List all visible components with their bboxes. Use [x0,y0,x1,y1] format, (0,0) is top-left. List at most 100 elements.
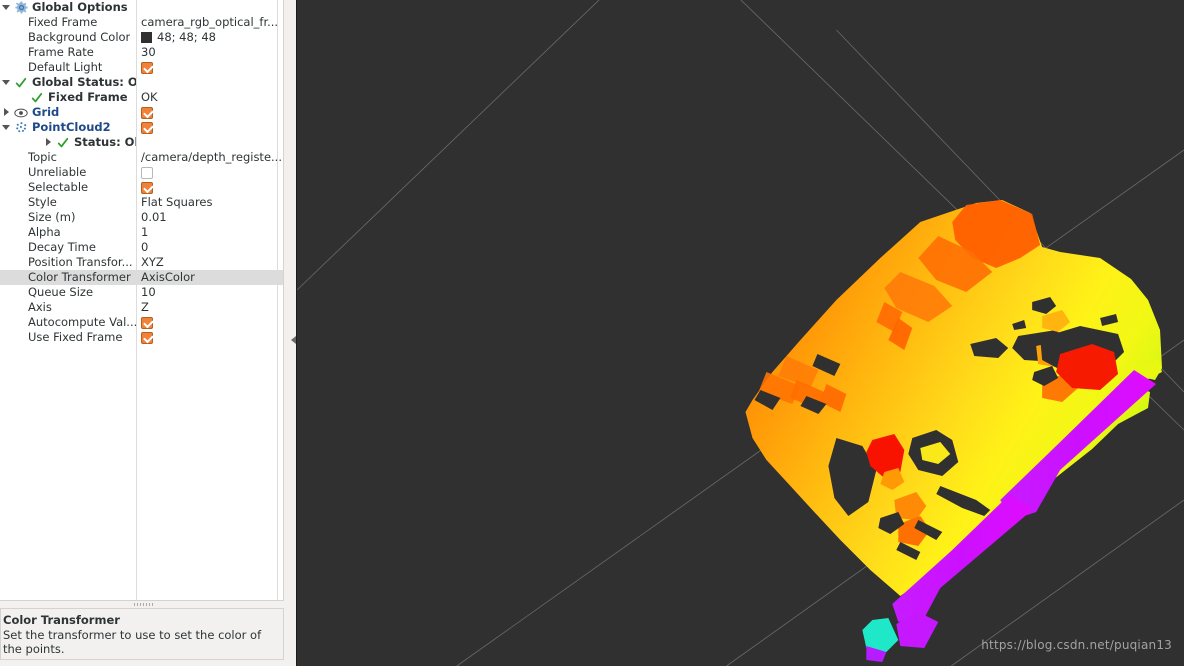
render-viewport-3d[interactable]: https://blog.csdn.net/puqian13 [296,0,1184,666]
tree-row-name-cell: Global Options [0,0,136,15]
tree-row-value-text: OK [141,90,158,104]
displays-tree-scroll[interactable]: Global Options Fixed Frame camera_rgb_opti… [0,0,283,600]
checkbox-checked[interactable] [141,121,153,134]
tree-row-global-status[interactable]: Global Status: Ok [0,75,283,90]
help-panel: Color Transformer Set the transformer to… [0,607,284,660]
tree-row-pointcloud2[interactable]: PointCloud2 [0,120,283,135]
tree-row-value-text: 1 [141,225,149,239]
tree-row-value-text: 30 [141,45,156,59]
tree-row-label: Use Fixed Frame [28,330,123,344]
tree-row-value-cell[interactable]: 10 [141,285,156,300]
tree-rows: Global Options Fixed Frame camera_rgb_opti… [0,0,283,345]
tree-row-value-cell[interactable] [141,120,153,135]
tree-row-label: Axis [28,300,52,314]
tree-row-value-cell[interactable]: Flat Squares [141,195,213,210]
displays-tree[interactable]: Global Options Fixed Frame camera_rgb_opti… [0,0,284,601]
tree-row-value-text: 0 [141,240,149,254]
color-swatch[interactable] [141,32,152,43]
tree-row-name-cell: Position Transfor... [0,255,136,270]
watermark-text: https://blog.csdn.net/puqian13 [981,638,1172,652]
tree-row-label: Size (m) [28,210,76,224]
tree-row-value-text: XYZ [141,255,164,269]
tree-row-default-light[interactable]: Default Light [0,60,283,75]
tree-row-grid[interactable]: Grid [0,105,283,120]
tree-row-color-transformer[interactable]: Color Transformer AxisColor [0,270,283,285]
tree-row-frame-rate[interactable]: Frame Rate 30 [0,45,283,60]
tree-row-value-cell[interactable] [141,105,153,120]
tree-row-value-cell[interactable]: camera_rgb_optical_fr... [141,15,278,30]
tree-row-name-cell: Fixed Frame [0,15,136,30]
tree-row-queue-size[interactable]: Queue Size 10 [0,285,283,300]
pointcloud-surface [745,200,1163,662]
checkbox-checked[interactable] [141,181,153,194]
tree-row-pointcloud2-status[interactable]: Status: Ok [0,135,283,150]
tree-row-background-color[interactable]: Background Color 48; 48; 48 [0,30,283,45]
tree-row-name-cell: Fixed Frame [0,90,136,105]
tree-row-label: Queue Size [28,285,94,299]
tree-row-name-cell: Decay Time [0,240,136,255]
tree-row-value-cell[interactable] [141,180,153,195]
tree-row-global-status-fixed-frame[interactable]: Fixed Frame OK [0,90,283,105]
tree-row-style[interactable]: Style Flat Squares [0,195,283,210]
pointcloud-scene[interactable] [297,0,1184,666]
panel-splitter-horizontal[interactable] [0,600,290,608]
checkbox-checked[interactable] [141,106,153,119]
tree-row-value-cell[interactable] [141,60,153,75]
checkbox-unchecked[interactable] [141,166,153,179]
checkbox-checked[interactable] [141,331,153,344]
tree-row-value-cell[interactable]: 48; 48; 48 [141,30,216,45]
tree-row-label: Default Light [28,60,103,74]
expander-collapse-icon[interactable] [2,3,11,12]
tree-row-value-cell[interactable] [141,315,153,330]
tree-row-value-cell[interactable]: OK [141,90,158,105]
tree-row-value-cell[interactable]: 0 [141,240,148,255]
tree-row-unreliable[interactable]: Unreliable [0,165,283,180]
tree-row-value-text: /camera/depth_registe... [141,150,282,164]
checkbox-checked[interactable] [141,316,153,329]
tree-row-decay-time[interactable]: Decay Time 0 [0,240,283,255]
tree-row-label: Background Color [28,30,131,44]
tree-row-fixed-frame[interactable]: Fixed Frame camera_rgb_optical_fr... [0,15,283,30]
tree-row-label: Fixed Frame [48,90,128,104]
tree-row-selectable[interactable]: Selectable [0,180,283,195]
tree-row-label: Grid [32,105,60,119]
tree-row-name-cell: Alpha [0,225,136,240]
tree-row-value-cell[interactable]: AxisColor [141,270,195,285]
tree-row-global-options[interactable]: Global Options [0,0,283,15]
tree-row-topic[interactable]: Topic/camera/depth_registe... [0,150,283,165]
expander-collapse-icon[interactable] [2,78,11,87]
tree-row-value-cell[interactable]: 1 [141,225,148,240]
expander-expand-icon[interactable] [44,138,53,147]
tree-row-name-cell: Status: Ok [0,135,136,150]
expander-collapse-icon[interactable] [2,123,11,132]
tree-row-value-text: camera_rgb_optical_fr... [141,15,279,29]
tree-row-value-cell[interactable]: 30 [141,45,156,60]
tree-row-value-cell[interactable]: Z [141,300,149,315]
tree-row-size-m[interactable]: Size (m) 0.01 [0,210,283,225]
tree-row-value-cell[interactable]: XYZ [141,255,164,270]
tree-row-label: Autocompute Val... [28,315,136,329]
pointcloud-icon [14,121,28,135]
tree-row-name-cell: Global Status: Ok [0,75,136,90]
checkbox-checked[interactable] [141,61,153,74]
tree-row-value-cell[interactable] [141,330,153,345]
check-icon [14,76,28,90]
expander-expand-icon[interactable] [2,108,11,117]
tree-row-value-text: 10 [141,285,156,299]
check-icon [30,91,44,105]
tree-row-name-cell: Use Fixed Frame [0,330,136,345]
tree-row-label: Global Status: Ok [32,75,136,89]
tree-row-position-transformer[interactable]: Position Transfor... XYZ [0,255,283,270]
tree-row-alpha[interactable]: Alpha 1 [0,225,283,240]
tree-row-value-cell[interactable]: 0.01 [141,210,167,225]
tree-row-label: PointCloud2 [32,120,111,134]
tree-row-name-cell: Color Transformer [0,270,136,285]
tree-row-autocompute-value[interactable]: Autocompute Val... [0,315,283,330]
help-title: Color Transformer [3,612,120,627]
tree-row-name-cell: Style [0,195,136,210]
tree-row-value-cell[interactable]: /camera/depth_registe... [141,150,282,165]
tree-row-value-text: Z [141,300,149,314]
tree-row-use-fixed-frame[interactable]: Use Fixed Frame [0,330,283,345]
tree-row-axis[interactable]: Axis Z [0,300,283,315]
tree-row-value-cell[interactable] [141,165,153,180]
